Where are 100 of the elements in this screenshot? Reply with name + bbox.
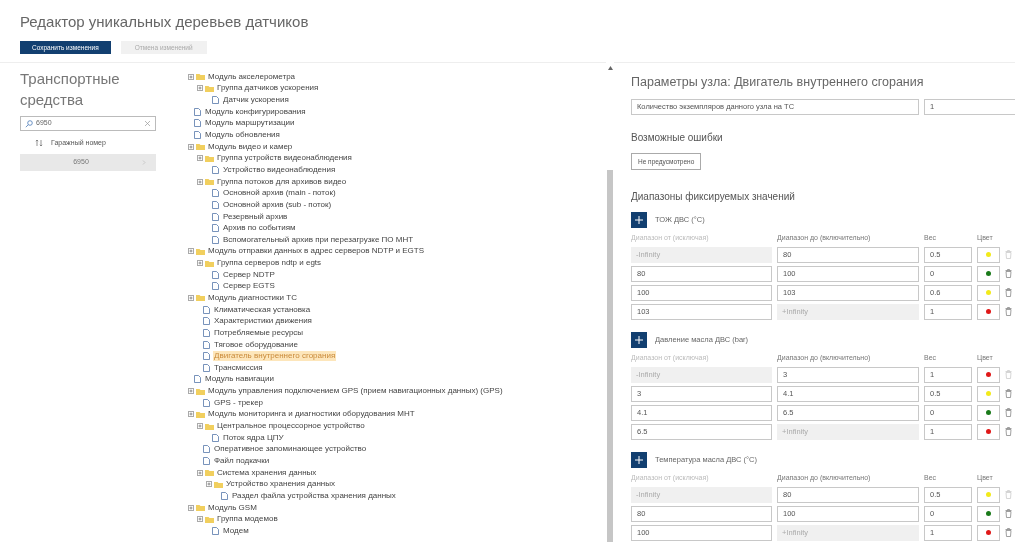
file-icon [203, 398, 210, 407]
expand-icon[interactable] [197, 178, 203, 185]
trash-icon[interactable] [1005, 528, 1012, 538]
file-icon [212, 96, 219, 105]
tree-item[interactable]: Модем [222, 525, 250, 536]
tree-item[interactable]: Модуль акселерометра [207, 71, 297, 82]
tree-item[interactable]: Оперативное запоминающее устройство [213, 444, 368, 455]
tree-item[interactable]: Основной архив (sub - поток) [222, 199, 333, 210]
expand-icon[interactable] [197, 469, 203, 476]
tree-item[interactable]: Группа серверов ndtp и egts [216, 258, 323, 269]
tree-item[interactable]: Сервер EGTS [222, 281, 276, 292]
tree-item[interactable]: Модуль видео и камер [207, 141, 294, 152]
add-button[interactable] [631, 211, 647, 228]
file-icon [221, 491, 228, 500]
tree-item[interactable]: Группа модемов [216, 514, 279, 525]
trash-icon[interactable] [1005, 408, 1012, 418]
tree-item[interactable]: Архив по событиям [222, 223, 297, 234]
tree-item[interactable]: GPS - трекер [213, 397, 265, 408]
trash-icon[interactable] [1005, 269, 1012, 279]
tree-item[interactable]: Модуль маршрутизации [204, 118, 296, 129]
tree-item[interactable]: Потребляемые ресурсы [213, 327, 305, 338]
expand-icon[interactable] [188, 295, 194, 301]
color-picker[interactable] [977, 423, 1000, 440]
plus-icon [635, 215, 643, 224]
tree-item[interactable]: Устройство хранения данных [225, 479, 336, 490]
tree-item[interactable]: Группа потоков для архивов видео [216, 176, 348, 187]
sort-icon[interactable] [35, 139, 43, 147]
trash-icon[interactable] [1005, 250, 1012, 260]
expand-icon[interactable] [206, 481, 212, 488]
trash-icon[interactable] [1005, 370, 1012, 380]
expand-icon[interactable] [188, 504, 194, 511]
tree-item[interactable]: Система хранения данных [216, 467, 318, 478]
page-title: Редактор уникальных деревьев датчиков [20, 13, 310, 31]
color-picker[interactable] [977, 486, 1000, 503]
expand-icon[interactable] [188, 73, 194, 80]
tree-item[interactable]: Центральное процессорное устройство [216, 421, 366, 432]
folder-icon [196, 387, 205, 395]
tree-item[interactable]: Модуль конфигурирования [204, 106, 307, 117]
tree-item[interactable]: Группа датчиков ускорения [216, 83, 320, 94]
add-button[interactable] [631, 451, 647, 468]
section-title: Возможные ошибки [631, 131, 724, 145]
color-picker[interactable] [977, 366, 1000, 383]
scroll-up-icon[interactable] [607, 66, 613, 70]
color-picker[interactable] [977, 505, 1000, 522]
tree-item[interactable]: Поток ядра ЦПУ [222, 432, 285, 443]
tree-item[interactable]: Модуль мониторинга и диагностики оборудования МНТ [207, 409, 416, 420]
tree-item[interactable]: Основной архив (main - поток) [222, 188, 337, 199]
tree-item[interactable]: Раздел файла устройства хранения данных [231, 490, 397, 501]
tree-item[interactable]: Модуль управления подключением GPS (прием навигационных данных) (GPS) [207, 386, 504, 397]
color-picker[interactable] [977, 385, 1000, 402]
trash-icon[interactable] [1005, 427, 1012, 437]
tree-item[interactable]: Сервер NDTP [222, 269, 276, 280]
tree-item[interactable]: Климатическая установка [213, 304, 312, 315]
panel-title: Транспортные средства [20, 69, 121, 110]
expand-icon[interactable] [197, 85, 203, 92]
trash-icon[interactable] [1005, 307, 1012, 317]
tree-item[interactable]: Модуль навигации [204, 374, 275, 385]
tree-item[interactable]: Группа устройств видеонаблюдения [216, 153, 353, 164]
plus-icon [635, 335, 643, 344]
tree-item[interactable]: Устройство видеонаблюдения [222, 164, 337, 175]
tree-item[interactable]: Файл подкачки [213, 455, 271, 466]
tree-item[interactable]: Резервный архив [222, 211, 289, 222]
tree-item[interactable]: Модуль диагностики ТС [207, 293, 298, 303]
expand-icon[interactable] [197, 155, 203, 162]
section-title: Параметры узла: Двигатель внутреннего сгорания [631, 74, 925, 90]
expand-icon[interactable] [188, 411, 194, 418]
tree-item[interactable]: Характеристики движения [213, 316, 313, 327]
tree-item[interactable]: Датчик ускорения [222, 95, 290, 106]
tree-item[interactable]: Модуль обновления [204, 130, 281, 140]
tree-item[interactable]: Модуль отправки данных в адрес серверов NDTP и EGTS [207, 246, 426, 257]
tree-item[interactable]: Тяговое оборудование [213, 339, 299, 350]
trash-icon[interactable] [1005, 509, 1012, 519]
folder-icon [196, 294, 205, 302]
color-picker[interactable] [977, 404, 1000, 421]
color-picker[interactable] [977, 265, 1000, 282]
expand-icon[interactable] [188, 143, 194, 150]
color-picker[interactable] [977, 246, 1000, 263]
clear-icon[interactable] [144, 120, 151, 127]
trash-icon[interactable] [1005, 389, 1012, 399]
file-icon [212, 165, 219, 174]
folder-icon [205, 178, 214, 186]
trash-icon[interactable] [1005, 288, 1012, 298]
tree-item[interactable]: Вспомогательный архив при перезагрузке ПО МНТ [222, 234, 415, 245]
section-title: Диапазоны фиксируемых значений [631, 189, 796, 204]
add-button[interactable] [631, 331, 647, 348]
expand-icon[interactable] [188, 388, 194, 395]
scrollbar-thumb[interactable] [607, 170, 613, 542]
file-icon [212, 526, 219, 535]
expand-icon[interactable] [197, 516, 203, 523]
color-picker[interactable] [977, 284, 1000, 301]
plus-icon [635, 455, 643, 464]
expand-icon[interactable] [188, 248, 194, 255]
search-icon [25, 119, 33, 128]
tree-item[interactable]: Трансмиссия [213, 362, 264, 373]
expand-icon[interactable] [197, 260, 203, 267]
expand-icon[interactable] [197, 423, 203, 430]
color-picker[interactable] [977, 524, 1000, 541]
color-picker[interactable] [977, 303, 1000, 320]
tree-item[interactable]: Модуль GSM [207, 502, 258, 513]
trash-icon[interactable] [1005, 490, 1012, 500]
